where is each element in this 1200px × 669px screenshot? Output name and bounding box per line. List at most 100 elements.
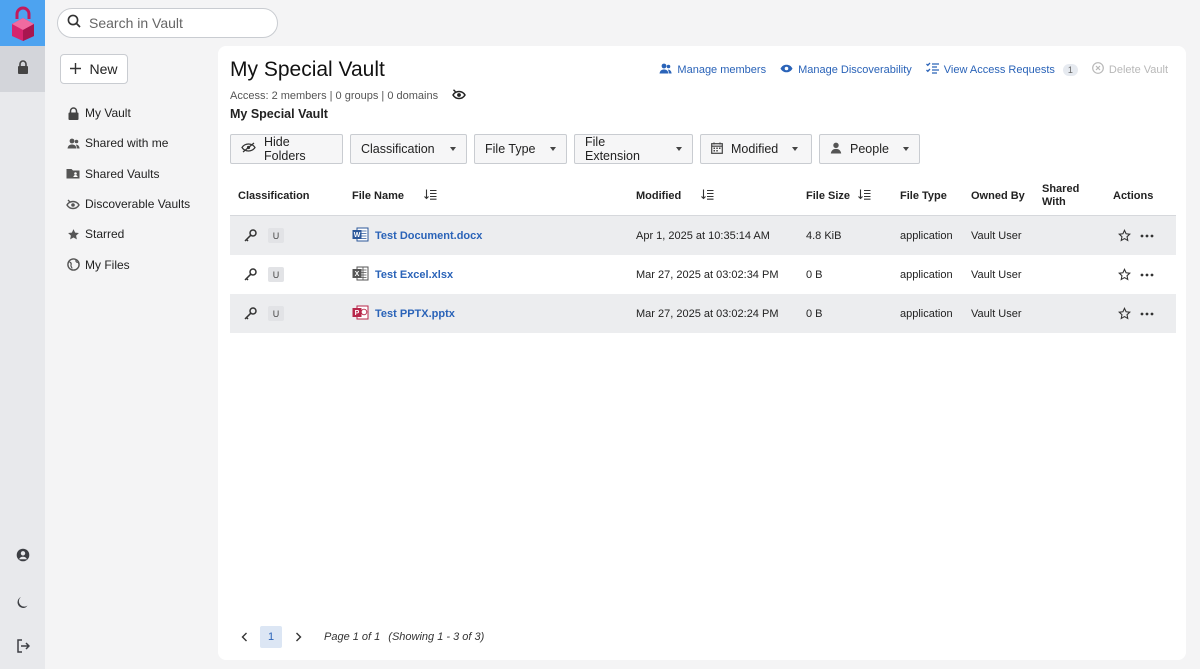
column-file-size[interactable]: File Size bbox=[806, 176, 871, 216]
file-type-filter[interactable]: File Type bbox=[474, 134, 567, 164]
column-file-type[interactable]: File Type bbox=[900, 176, 947, 216]
discoverable-icon bbox=[452, 89, 466, 103]
sidebar-item-my-files[interactable]: My Files bbox=[60, 249, 210, 279]
file-extension-filter[interactable]: File Extension bbox=[574, 134, 693, 164]
calendar-icon bbox=[711, 142, 723, 157]
chevron-left-icon[interactable] bbox=[236, 632, 252, 642]
hide-folders-button[interactable]: Hide Folders bbox=[230, 134, 343, 164]
shared-folder-icon bbox=[66, 167, 80, 181]
excel-icon: X bbox=[352, 266, 369, 284]
search-input[interactable] bbox=[89, 15, 259, 31]
view-access-requests-button[interactable]: View Access Requests 1 bbox=[925, 62, 1078, 77]
delete-vault-label: Delete Vault bbox=[1108, 63, 1168, 76]
search-bar[interactable] bbox=[57, 8, 278, 38]
table-row[interactable]: U W Test Document.docx Apr 1, 2025 at 10… bbox=[230, 216, 1176, 255]
column-owned-by[interactable]: Owned By bbox=[971, 176, 1025, 216]
modified-cell: Mar 27, 2025 at 03:02:24 PM bbox=[636, 307, 779, 320]
delete-vault-button[interactable]: Delete Vault bbox=[1091, 62, 1168, 77]
access-summary: Access: 2 members | 0 groups | 0 domains bbox=[230, 89, 466, 103]
account-icon[interactable] bbox=[0, 541, 45, 569]
owner-cell: Vault User bbox=[971, 229, 1022, 242]
new-button[interactable]: New bbox=[60, 54, 128, 84]
column-shared-with[interactable]: Shared With bbox=[1042, 176, 1086, 216]
close-circle-icon bbox=[1091, 62, 1104, 77]
sidebar-item-discoverable-vaults[interactable]: Discoverable Vaults bbox=[60, 189, 210, 219]
svg-text:X: X bbox=[355, 271, 360, 278]
file-name-link[interactable]: Test PPTX.pptx bbox=[375, 308, 455, 320]
sort-icon[interactable] bbox=[858, 189, 871, 203]
column-label: File Type bbox=[900, 190, 947, 202]
manage-members-button[interactable]: Manage members bbox=[659, 63, 766, 77]
manage-members-label: Manage members bbox=[677, 63, 767, 76]
column-label: Shared With bbox=[1042, 183, 1080, 208]
dark-mode-icon[interactable] bbox=[0, 588, 45, 616]
people-filter-label: People bbox=[850, 142, 889, 156]
vault-subtitle: My Special Vault bbox=[230, 107, 328, 121]
people-icon bbox=[66, 136, 80, 150]
file-name-link[interactable]: Test Document.docx bbox=[375, 230, 482, 242]
size-cell: 0 B bbox=[806, 307, 823, 320]
more-options-button[interactable] bbox=[1140, 294, 1154, 333]
manage-discoverability-button[interactable]: Manage Discoverability bbox=[780, 64, 912, 76]
sidebar-item-shared-vaults[interactable]: Shared Vaults bbox=[60, 159, 210, 189]
star-button[interactable] bbox=[1118, 255, 1131, 294]
sidebar-item-label: My Files bbox=[85, 257, 130, 272]
modified-filter[interactable]: Modified bbox=[700, 134, 812, 164]
column-file-name[interactable]: File Name bbox=[352, 176, 437, 216]
discover-eye-icon bbox=[66, 197, 80, 211]
page-number-button[interactable]: 1 bbox=[260, 626, 282, 648]
people-filter[interactable]: People bbox=[819, 134, 920, 164]
eye-slash-icon bbox=[241, 142, 256, 156]
view-access-requests-label: View Access Requests bbox=[943, 63, 1055, 76]
key-icon bbox=[244, 255, 257, 294]
plus-icon bbox=[70, 61, 82, 77]
sidebar-item-starred[interactable]: Starred bbox=[60, 219, 210, 249]
globe-icon bbox=[66, 258, 80, 272]
lock-icon bbox=[17, 59, 29, 79]
key-icon bbox=[244, 216, 257, 255]
app-logo[interactable] bbox=[0, 0, 45, 46]
chevron-down-icon bbox=[792, 147, 799, 151]
file-name-link[interactable]: Test Excel.xlsx bbox=[375, 269, 453, 281]
vault-panel: My Special Vault Access: 2 members | 0 g… bbox=[218, 46, 1186, 660]
sort-icon[interactable] bbox=[424, 189, 437, 203]
sidebar-item-shared-with-me[interactable]: Shared with me bbox=[60, 128, 210, 158]
chevron-down-icon bbox=[902, 147, 909, 151]
eye-icon bbox=[780, 64, 793, 76]
page-info: Page 1 of 1 bbox=[324, 631, 381, 643]
column-label: Classification bbox=[238, 190, 310, 202]
column-modified[interactable]: Modified bbox=[636, 176, 714, 216]
vault-rail-tab[interactable] bbox=[0, 46, 45, 92]
more-options-button[interactable] bbox=[1140, 216, 1154, 255]
checklist-icon bbox=[925, 62, 939, 77]
table-row[interactable]: U X Test Excel.xlsx Mar 27, 2025 at 03:0… bbox=[230, 255, 1176, 294]
access-text: Access: 2 members | 0 groups | 0 domains bbox=[230, 90, 439, 102]
manage-discoverability-label: Manage Discoverability bbox=[798, 63, 912, 76]
lock-icon bbox=[66, 106, 80, 120]
star-button[interactable] bbox=[1118, 294, 1131, 333]
search-icon bbox=[67, 14, 81, 33]
sort-icon[interactable] bbox=[701, 189, 714, 203]
modified-cell: Mar 27, 2025 at 03:02:34 PM bbox=[636, 268, 779, 281]
word-icon: W bbox=[352, 227, 369, 245]
file-type-filter-label: File Type bbox=[485, 142, 536, 156]
chevron-right-icon[interactable] bbox=[290, 632, 306, 642]
more-options-button[interactable] bbox=[1140, 255, 1154, 294]
logout-icon[interactable] bbox=[0, 632, 45, 660]
table-row[interactable]: U P Test PPTX.pptx Mar 27, 2025 at 03:02… bbox=[230, 294, 1176, 333]
classification-filter[interactable]: Classification bbox=[350, 134, 467, 164]
classification-badge: U bbox=[268, 267, 284, 282]
sidebar-item-label: Shared with me bbox=[85, 136, 169, 151]
size-cell: 0 B bbox=[806, 268, 823, 281]
sidebar-item-label: Starred bbox=[85, 227, 125, 242]
column-label: File Name bbox=[352, 190, 404, 202]
modified-cell: Apr 1, 2025 at 10:35:14 AM bbox=[636, 229, 770, 242]
type-cell: application bbox=[900, 229, 953, 242]
sidebar-nav: My Vault Shared with me Shared Vaults Di… bbox=[60, 98, 210, 280]
column-label: Modified bbox=[636, 190, 682, 202]
column-classification[interactable]: Classification bbox=[238, 176, 310, 216]
sidebar-item-label: My Vault bbox=[85, 106, 131, 121]
star-button[interactable] bbox=[1118, 216, 1131, 255]
type-cell: application bbox=[900, 307, 953, 320]
sidebar-item-my-vault[interactable]: My Vault bbox=[60, 98, 210, 128]
